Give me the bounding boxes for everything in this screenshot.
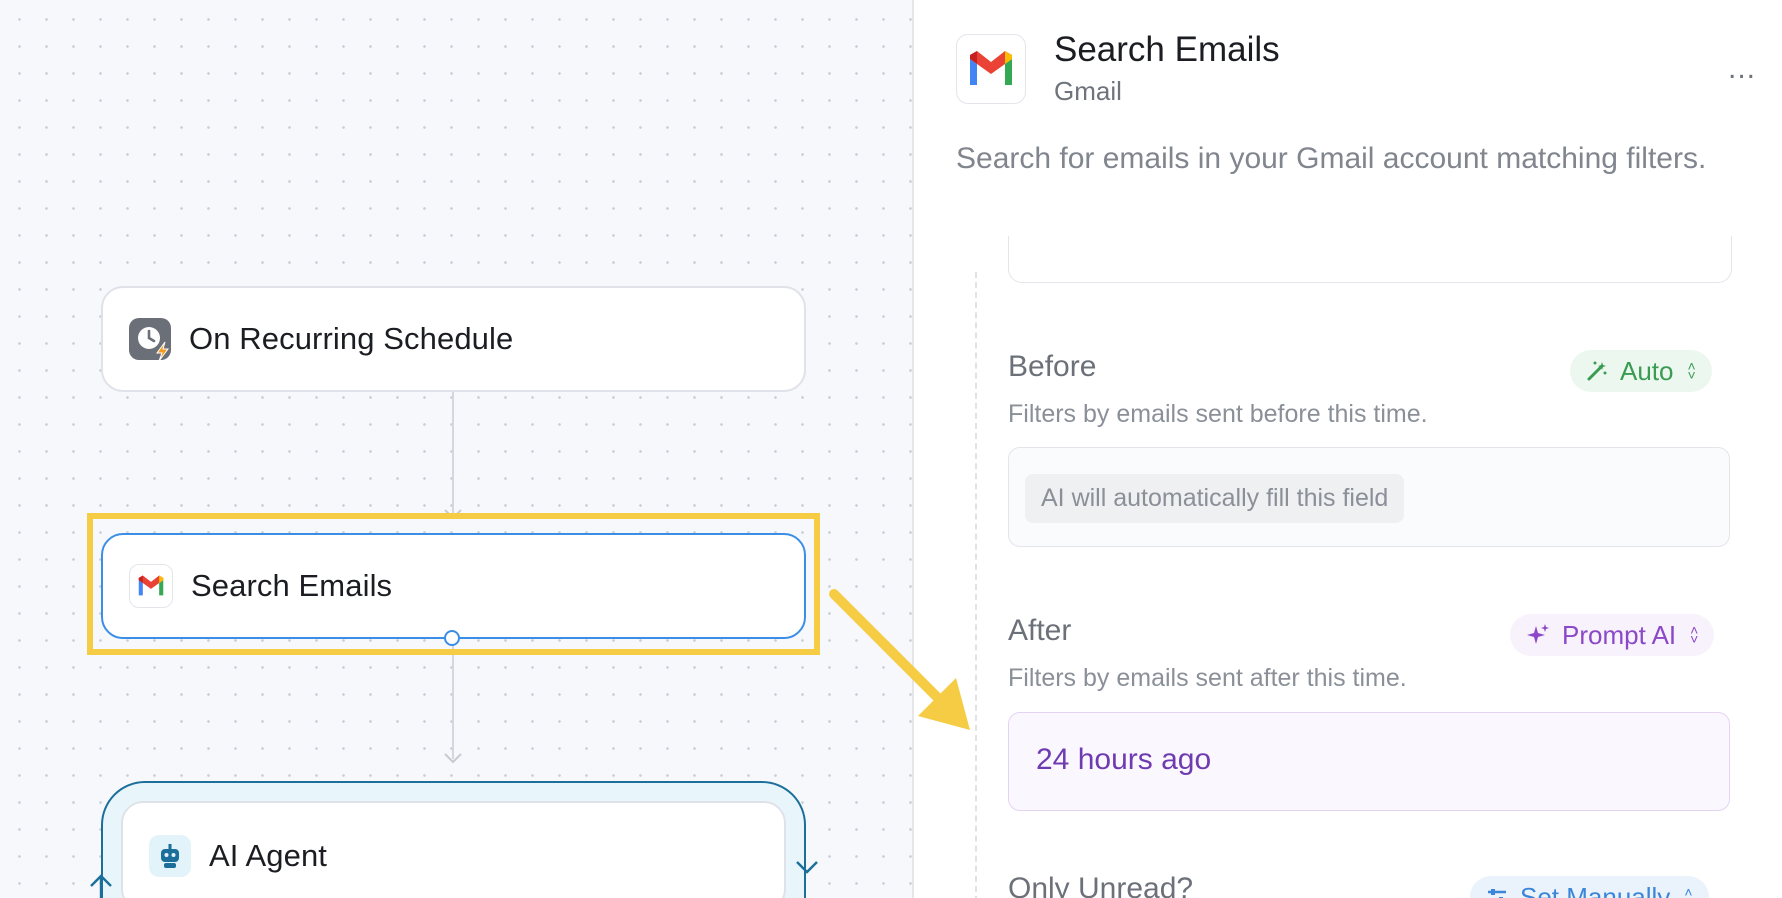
gmail-icon xyxy=(956,33,1026,104)
more-options-button[interactable]: ... xyxy=(1728,52,1756,86)
after-value: 24 hours ago xyxy=(1036,743,1212,776)
panel-app-name: Gmail xyxy=(1054,76,1122,106)
previous-field-box[interactable] xyxy=(1008,236,1732,283)
field-label-before: Before xyxy=(1008,350,1097,383)
workflow-canvas[interactable]: On Recurring Schedule Search Emails AI A… xyxy=(0,0,912,898)
field-label-only-unread: Only Unread? xyxy=(1008,872,1194,898)
field-help-after: Filters by emails sent after this time. xyxy=(1008,664,1407,692)
magic-wand-icon xyxy=(1586,360,1608,382)
chevron-up-down-icon: ˄˅ xyxy=(1690,622,1699,647)
auto-fill-chip: AI will automatically fill this field xyxy=(1025,474,1405,523)
field-label-after: After xyxy=(1008,614,1072,647)
panel-description: Search for emails in your Gmail account … xyxy=(956,142,1707,175)
sliders-icon xyxy=(1486,886,1508,898)
chevron-up-down-icon: ˄˅ xyxy=(1687,358,1696,383)
mode-label: Prompt AI xyxy=(1562,619,1677,650)
mode-dropdown-prompt-ai[interactable]: Prompt AI ˄ ˅ xyxy=(1510,614,1715,656)
loop-arrow-down-icon xyxy=(796,861,818,874)
after-input[interactable]: 24 hours ago xyxy=(1008,712,1730,811)
sparkle-icon xyxy=(1526,623,1550,647)
clock-bolt-icon xyxy=(129,318,171,360)
mode-dropdown-auto[interactable]: Auto ˄ ˅ xyxy=(1570,350,1712,392)
annotation-arrow-icon xyxy=(829,589,970,730)
node-label: AI Agent xyxy=(209,838,328,873)
node-on-recurring-schedule[interactable]: On Recurring Schedule xyxy=(101,286,806,392)
connector-arrowhead-icon xyxy=(444,753,462,764)
connector-line xyxy=(452,392,454,516)
highlight-box xyxy=(87,513,820,655)
field-help-before: Filters by emails sent before this time. xyxy=(1008,400,1428,428)
node-label: On Recurring Schedule xyxy=(189,321,514,356)
connector-line xyxy=(452,639,454,759)
mode-label: Auto xyxy=(1620,355,1674,386)
mode-label: Set Manually xyxy=(1520,881,1671,898)
loop-arrow-up-icon xyxy=(90,874,112,898)
before-input[interactable]: AI will automatically fill this field xyxy=(1008,447,1730,547)
chevron-up-down-icon: ˄˅ xyxy=(1684,884,1693,898)
panel-title: Search Emails xyxy=(1054,30,1280,69)
robot-icon xyxy=(149,835,191,877)
step-config-panel: Search Emails Gmail ... Search for email… xyxy=(912,0,1782,898)
node-ai-agent[interactable]: AI Agent xyxy=(121,801,786,898)
mode-dropdown-set-manually[interactable]: Set Manually ˄˅ xyxy=(1470,876,1709,898)
panel-header: Search Emails Gmail xyxy=(956,30,1280,107)
